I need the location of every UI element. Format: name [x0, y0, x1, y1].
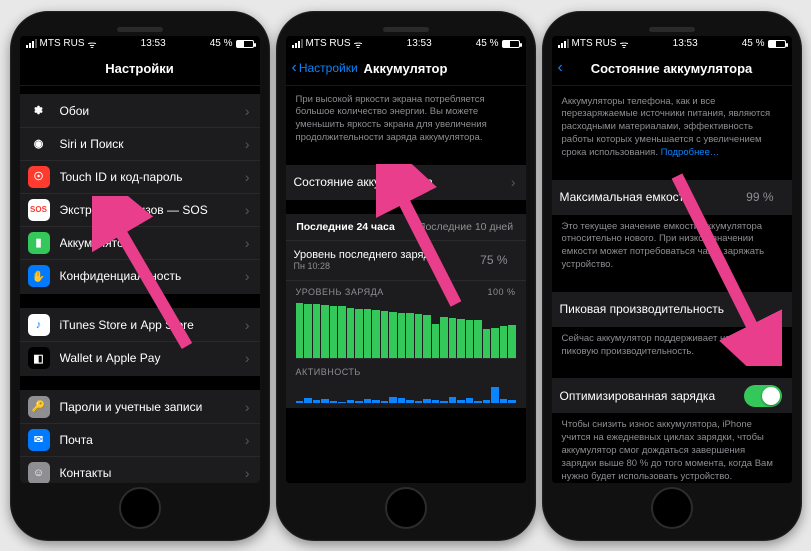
settings-row[interactable]: ☺ Контакты› [20, 457, 260, 483]
row-label: Siri и Поиск [60, 137, 245, 151]
battery-icon [768, 40, 786, 48]
intro-note: Аккумуляторы телефона, как и все перезар… [552, 86, 792, 166]
почта-icon: ✉ [28, 429, 50, 451]
battery-icon [236, 40, 254, 48]
status-bar: MTS RUSᯤ 13:53 45 % [552, 36, 792, 52]
chevron-right-icon: › [245, 202, 250, 218]
settings-row[interactable]: 🔑 Пароли и учетные записи› [20, 391, 260, 424]
chevron-right-icon: › [245, 317, 250, 333]
home-button[interactable] [651, 487, 693, 529]
last-charge-value: 75 % [480, 253, 507, 267]
battery-health-row[interactable]: Состояние аккумулятора › [286, 166, 526, 199]
chevron-right-icon: › [245, 268, 250, 284]
page-title: Аккумулятор [364, 61, 448, 76]
max-capacity-value: 99 % [746, 190, 773, 204]
itunes-store-и-app-store-icon: ♪ [28, 314, 50, 336]
phone-frame-1: MTS RUSᯤ 13:53 45 % Настройки ✽Обои›◉Sir… [10, 11, 270, 541]
chevron-right-icon: › [245, 169, 250, 185]
optimized-charging-toggle[interactable] [744, 385, 782, 407]
siri-и-поиск-icon: ◉ [28, 133, 50, 155]
экстренный-вызов-sos-icon: SOS [28, 199, 50, 221]
row-label: Конфиденциальность [60, 269, 245, 283]
phone-frame-3: MTS RUSᯤ 13:53 45 % ‹ Состояние аккумуля… [542, 11, 802, 541]
carrier-label: MTS RUS [40, 38, 85, 49]
chevron-right-icon: › [245, 465, 250, 481]
settings-row[interactable]: ✽ Обои› [20, 95, 260, 128]
settings-row[interactable]: ◉ Siri и Поиск› [20, 128, 260, 161]
usage-tabs: Последние 24 часа Последние 10 дней [286, 215, 526, 241]
phone-frame-2: MTS RUSᯤ 13:53 45 % ‹Настройки Аккумулят… [276, 11, 536, 541]
clock: 13:53 [141, 38, 166, 49]
phone-speaker [383, 27, 429, 32]
max-capacity-row: Максимальная емкость 99 % [552, 181, 792, 214]
chevron-right-icon: › [245, 136, 250, 152]
touch-id-и-код-пароль-icon: ☉ [28, 166, 50, 188]
settings-row[interactable]: ◧ Wallet и Apple Pay› [20, 342, 260, 375]
wallet-и-apple-pay-icon: ◧ [28, 347, 50, 369]
navbar: ‹Настройки Аккумулятор [286, 52, 526, 86]
row-label: Контакты [60, 466, 245, 480]
optimized-charging-note: Чтобы снизить износ аккумулятора, iPhone… [552, 413, 792, 482]
обои-icon: ✽ [28, 100, 50, 122]
tab-24h[interactable]: Последние 24 часа [286, 215, 406, 240]
charge-level-chart: УРОВЕНЬ ЗАРЯДА 100 % АКТИВНОСТЬ [286, 281, 526, 407]
back-button[interactable]: ‹ [558, 60, 563, 76]
wifi-icon: ᯤ [354, 37, 363, 51]
status-bar: MTS RUSᯤ 13:53 45 % [286, 36, 526, 52]
optimized-charging-row: Оптимизированная зарядка [552, 379, 792, 412]
tab-10d[interactable]: Последние 10 дней [406, 215, 526, 240]
settings-row[interactable]: ☉ Touch ID и код-пароль› [20, 161, 260, 194]
back-button[interactable]: ‹Настройки [292, 60, 358, 76]
chevron-right-icon: › [245, 103, 250, 119]
chevron-right-icon: › [245, 350, 250, 366]
chevron-right-icon: › [245, 399, 250, 415]
peak-performance-row: Пиковая производительность [552, 293, 792, 326]
screen-settings: MTS RUSᯤ 13:53 45 % Настройки ✽Обои›◉Sir… [20, 36, 260, 483]
page-title: Состояние аккумулятора [591, 61, 753, 76]
phone-speaker [117, 27, 163, 32]
wifi-icon: ᯤ [88, 37, 97, 51]
chevron-right-icon: › [511, 174, 516, 190]
settings-row[interactable]: SOS Экстренный вызов — SOS› [20, 194, 260, 227]
navbar: ‹ Состояние аккумулятора [552, 52, 792, 86]
status-bar: MTS RUSᯤ 13:53 45 % [20, 36, 260, 52]
row-label: iTunes Store и App Store [60, 318, 245, 332]
settings-row[interactable]: ✉ Почта› [20, 424, 260, 457]
конфиденциальность-icon: ✋ [28, 265, 50, 287]
home-button[interactable] [119, 487, 161, 529]
row-label: Пароли и учетные записи [60, 400, 245, 414]
settings-row[interactable]: ▮ Аккумулятор› [20, 227, 260, 260]
chevron-left-icon: ‹ [558, 60, 563, 76]
пароли-и-учетные-записи-icon: 🔑 [28, 396, 50, 418]
аккумулятор-icon: ▮ [28, 232, 50, 254]
wifi-icon: ᯤ [620, 37, 629, 51]
battery-icon [502, 40, 520, 48]
phone-speaker [649, 27, 695, 32]
row-label: Wallet и Apple Pay [60, 351, 245, 365]
row-label: Touch ID и код-пароль [60, 170, 245, 184]
settings-row[interactable]: ♪ iTunes Store и App Store› [20, 309, 260, 342]
row-label: Аккумулятор [60, 236, 245, 250]
battery-percent: 45 % [210, 38, 233, 49]
page-title: Настройки [105, 61, 174, 76]
last-charge-row: Уровень последнего заряда Пн 10:28 75 % [286, 241, 526, 281]
screen-battery: MTS RUSᯤ 13:53 45 % ‹Настройки Аккумулят… [286, 36, 526, 483]
chevron-right-icon: › [245, 235, 250, 251]
row-label: Обои [60, 104, 245, 118]
settings-row[interactable]: ✋ Конфиденциальность› [20, 260, 260, 293]
row-label: Экстренный вызов — SOS [60, 203, 245, 217]
row-label: Почта [60, 433, 245, 447]
learn-more-link[interactable]: Подробнее… [661, 147, 720, 158]
chevron-left-icon: ‹ [292, 60, 297, 76]
screen-battery-health: MTS RUSᯤ 13:53 45 % ‹ Состояние аккумуля… [552, 36, 792, 483]
peak-performance-note: Сейчас аккумулятор поддерживает нормальн… [552, 327, 792, 365]
home-button[interactable] [385, 487, 427, 529]
navbar: Настройки [20, 52, 260, 86]
контакты-icon: ☺ [28, 462, 50, 483]
max-capacity-note: Это текущее значение емкости аккумулятор… [552, 215, 792, 278]
chevron-right-icon: › [245, 432, 250, 448]
brightness-note: При высокой яркости экрана потребляется … [286, 86, 526, 151]
